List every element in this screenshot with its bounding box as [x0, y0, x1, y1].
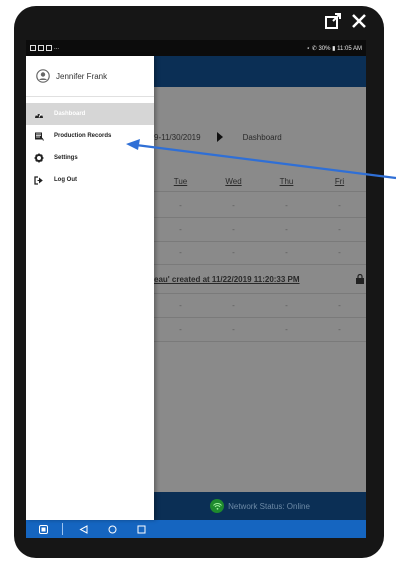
status-right: ⋆ ✆ 30% ▮ 11:05 AM [306, 45, 362, 52]
day-header[interactable]: Fri [313, 177, 366, 186]
cell: - [179, 201, 182, 210]
home-icon[interactable] [108, 525, 117, 534]
wifi-icon [210, 499, 225, 513]
logout-icon [34, 175, 43, 185]
gear-icon [34, 153, 44, 163]
user-name: Jennifer Frank [56, 71, 108, 81]
table-row: ---- [154, 225, 366, 234]
divider [154, 341, 366, 342]
status-bar: ... ⋆ ✆ 30% ▮ 11:05 AM [26, 40, 366, 56]
tablet-frame: ... ⋆ ✆ 30% ▮ 11:05 AM 9-11/30/2019 Dash… [14, 6, 384, 558]
day-header[interactable]: Tue [154, 177, 207, 186]
cell: - [232, 225, 235, 234]
cell: - [338, 301, 341, 310]
table-row: ---- [154, 201, 366, 210]
divider [154, 217, 366, 218]
dashboard-icon [35, 113, 43, 118]
menu-item-settings[interactable]: Settings [26, 147, 154, 169]
recents-icon[interactable] [137, 525, 146, 534]
day-headers: Tue Wed Thu Fri [154, 177, 366, 186]
cell: - [179, 325, 182, 334]
cell: - [232, 301, 235, 310]
menu-item-dashboard[interactable]: Dashboard [26, 103, 154, 125]
cell: - [179, 248, 182, 257]
divider [154, 264, 366, 265]
dashboard-link[interactable]: Dashboard [243, 133, 282, 142]
menu-item-label: Production Records [54, 133, 112, 139]
popout-icon[interactable] [324, 12, 342, 30]
table-row: ---- [154, 325, 366, 334]
cell: - [179, 301, 182, 310]
window-controls [324, 12, 368, 30]
divider [154, 317, 366, 318]
date-range: 9-11/30/2019 [154, 132, 201, 142]
device-screen: ... ⋆ ✆ 30% ▮ 11:05 AM 9-11/30/2019 Dash… [26, 40, 366, 538]
menu-item-label: Log Out [54, 177, 77, 183]
cell: - [232, 248, 235, 257]
notification-icon [38, 45, 44, 51]
cell: - [179, 225, 182, 234]
cell: - [338, 248, 341, 257]
cell: - [285, 201, 288, 210]
notification-icon [46, 45, 52, 51]
next-arrow-icon[interactable] [216, 132, 223, 142]
network-status: Network Status: Online [228, 501, 310, 511]
date-range-row: 9-11/30/2019 Dashboard [154, 127, 366, 147]
day-header[interactable]: Wed [207, 177, 260, 186]
menu-item-label: Settings [54, 155, 78, 161]
android-nav-bar [26, 520, 366, 538]
status-more: ... [54, 45, 60, 51]
cell: - [338, 325, 341, 334]
created-record-link[interactable]: eau' created at 11/22/2019 11:20:33 PM [154, 275, 366, 284]
avatar-icon [36, 69, 50, 83]
lock-icon [356, 271, 364, 289]
cell: - [285, 248, 288, 257]
status-left: ... [30, 45, 59, 51]
cell: - [232, 325, 235, 334]
cell: - [232, 201, 235, 210]
divider [154, 293, 366, 294]
nav-drawer: Jennifer Frank Dashboard Production Reco… [26, 56, 154, 520]
cell: - [338, 201, 341, 210]
user-profile[interactable]: Jennifer Frank [26, 56, 154, 97]
cell: - [338, 225, 341, 234]
menu-item-production-records[interactable]: Production Records [26, 125, 154, 147]
menu-item-log-out[interactable]: Log Out [26, 169, 154, 191]
divider [154, 191, 366, 192]
cell: - [285, 225, 288, 234]
cell: - [285, 301, 288, 310]
close-icon[interactable] [350, 12, 368, 30]
app-switch-icon[interactable] [34, 524, 52, 534]
cell: - [285, 325, 288, 334]
day-header[interactable]: Thu [260, 177, 313, 186]
table-row: ---- [154, 301, 366, 310]
records-icon [35, 132, 44, 141]
table-row: ---- [154, 248, 366, 257]
back-icon[interactable] [79, 524, 88, 534]
menu-item-label: Dashboard [54, 111, 86, 117]
notification-icon [30, 45, 36, 51]
divider [154, 241, 366, 242]
